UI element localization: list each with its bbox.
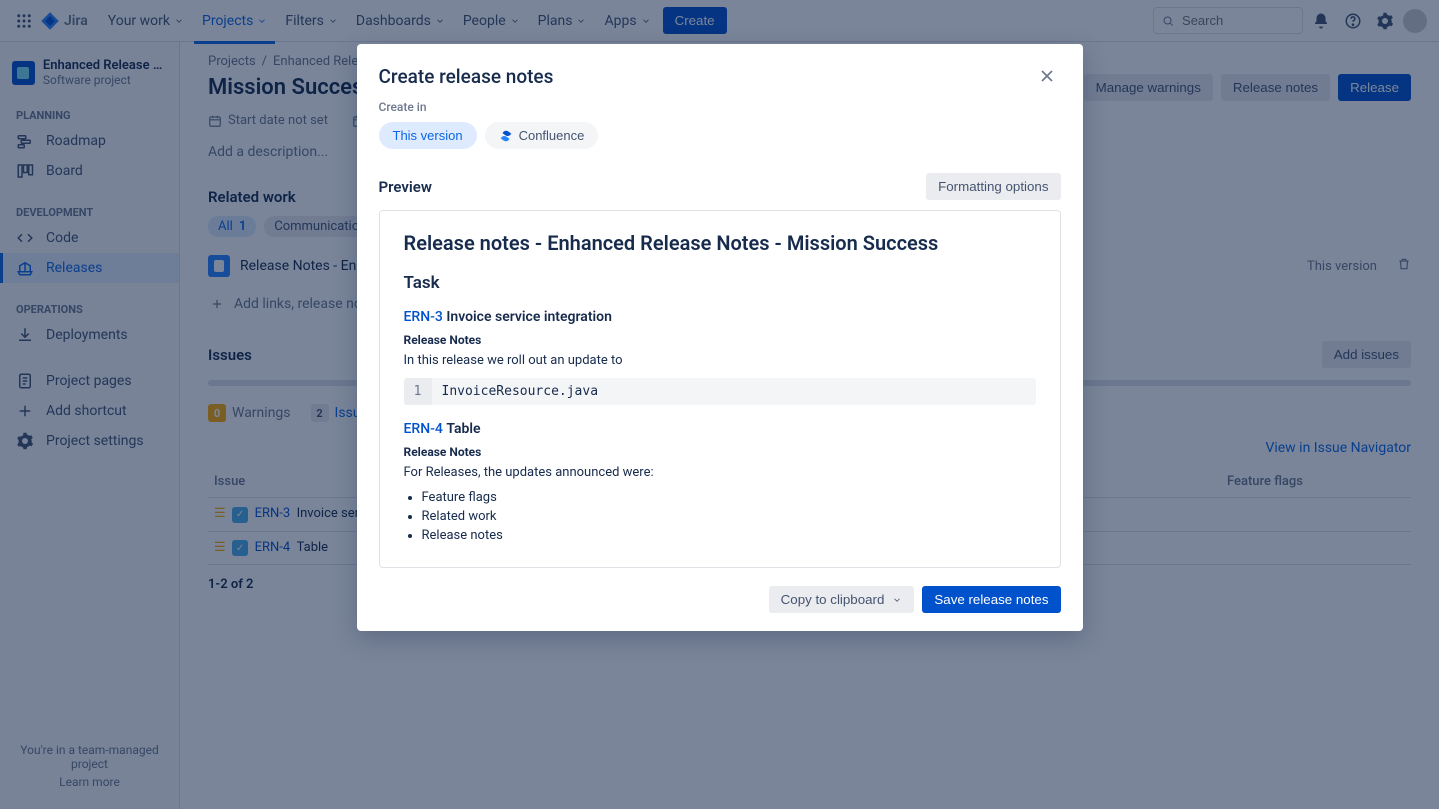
copy-to-clipboard-button[interactable]: Copy to clipboard	[769, 586, 915, 613]
preview-subheading: Release Notes	[404, 333, 1036, 347]
formatting-options-button[interactable]: Formatting options	[926, 173, 1060, 200]
close-icon[interactable]	[1033, 62, 1061, 90]
save-release-notes-button[interactable]: Save release notes	[922, 586, 1060, 613]
create-release-notes-modal: Create release notes Create in This vers…	[357, 44, 1083, 631]
preview-heading: Release notes - Enhanced Release Notes -…	[404, 231, 1036, 255]
modal-overlay: Create release notes Create in This vers…	[0, 0, 1439, 809]
preview-text: For Releases, the updates announced were…	[404, 465, 1036, 480]
preview-subheading: Release Notes	[404, 445, 1036, 459]
code-block: 1InvoiceResource.java	[404, 378, 1036, 405]
preview-issue-key[interactable]: ERN-3	[404, 309, 443, 325]
preview-label: Preview	[379, 178, 432, 196]
chevron-down-icon	[892, 595, 902, 605]
preview-text: In this release we roll out an update to	[404, 353, 1036, 368]
preview-section: Task	[404, 273, 1036, 293]
list-item: Release notes	[422, 528, 1036, 543]
preview-panel: Release notes - Enhanced Release Notes -…	[379, 210, 1061, 568]
confluence-icon	[499, 129, 513, 143]
preview-issue-key[interactable]: ERN-4	[404, 421, 443, 437]
create-in-label: Create in	[379, 100, 1061, 114]
list-item: Related work	[422, 509, 1036, 524]
modal-title: Create release notes	[379, 65, 1033, 88]
pill-this-version[interactable]: This version	[379, 122, 477, 149]
preview-list: Feature flags Related work Release notes	[422, 490, 1036, 543]
list-item: Feature flags	[422, 490, 1036, 505]
pill-confluence[interactable]: Confluence	[485, 122, 599, 149]
preview-item-title: ERN-4 Table	[404, 421, 1036, 437]
preview-item-title: ERN-3 Invoice service integration	[404, 309, 1036, 325]
